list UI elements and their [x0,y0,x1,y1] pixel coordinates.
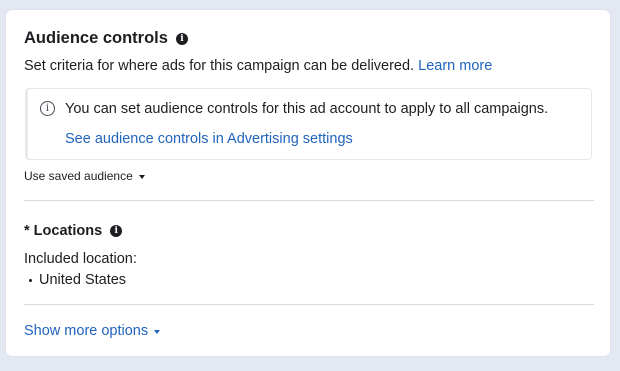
location-name: United States [39,272,127,288]
audience-controls-notice: i You can set audience controls for this… [25,88,592,160]
title-row: Audience controls i [24,29,188,48]
info-circle-icon: i [40,101,55,116]
advertising-settings-link[interactable]: See audience controls in Advertising set… [65,131,353,147]
saved-audience-label: Use saved audience [24,169,133,183]
learn-more-link[interactable]: Learn more [418,58,492,74]
notice-text: You can set audience controls for this a… [65,101,549,117]
caret-down-icon [154,329,161,334]
list-item: United States [29,272,126,288]
subtitle-text: Set criteria for where ads for this camp… [24,58,415,74]
info-icon[interactable]: i [175,32,188,45]
section-subtitle: Set criteria for where ads for this camp… [24,58,492,74]
divider [24,200,594,201]
audience-controls-card: Audience controls i Set criteria for whe… [6,10,610,356]
caret-down-icon [138,174,145,179]
divider [24,304,594,305]
locations-title: * Locations [24,223,103,239]
section-title: Audience controls [24,29,168,47]
show-more-options-button[interactable]: Show more options [24,323,161,339]
show-more-options-label: Show more options [24,323,149,339]
locations-header: * Locations i [24,223,123,239]
bullet-icon [29,278,32,282]
info-icon[interactable]: i [110,225,123,237]
use-saved-audience-dropdown[interactable]: Use saved audience [24,169,145,183]
included-location-label: Included location: [24,251,137,267]
